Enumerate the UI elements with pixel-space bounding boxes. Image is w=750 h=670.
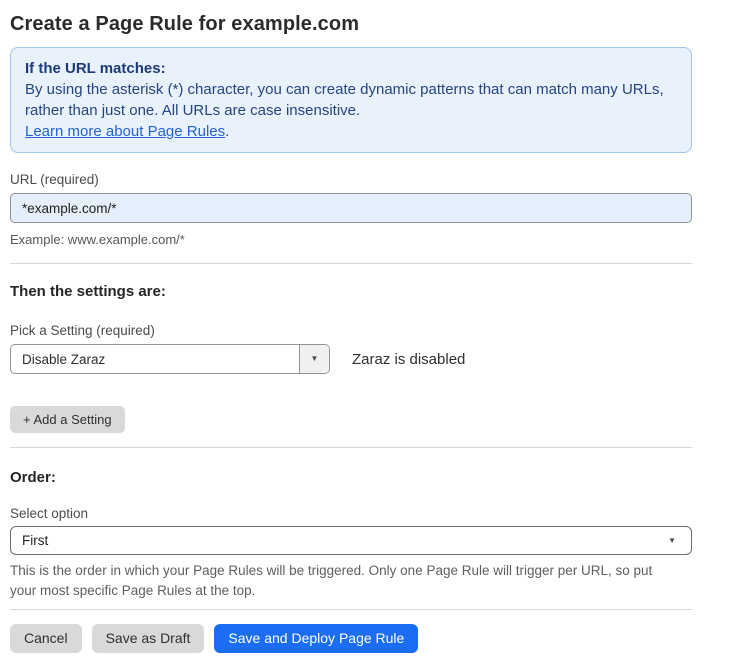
order-select-label: Select option [10,505,692,522]
info-box-link-row: Learn more about Page Rules. [25,121,677,142]
page-rule-form: Create a Page Rule for example.com If th… [10,0,692,653]
chevron-down-icon: ▼ [311,355,319,363]
url-input[interactable] [10,193,692,223]
setting-row: Disable Zaraz ▼ Zaraz is disabled [10,344,692,374]
url-example-helper: Example: www.example.com/* [10,231,692,248]
learn-more-link[interactable]: Learn more about Page Rules [25,123,225,140]
add-setting-button[interactable]: + Add a Setting [10,406,125,433]
divider [10,447,692,448]
cancel-button[interactable]: Cancel [10,624,82,653]
order-select-value: First [22,533,48,548]
setting-status-text: Zaraz is disabled [352,351,465,368]
page-title: Create a Page Rule for example.com [10,12,692,36]
settings-section-heading: Then the settings are: [10,283,692,301]
setting-dropdown[interactable]: Disable Zaraz ▼ [10,344,330,374]
divider [10,263,692,264]
save-and-deploy-button[interactable]: Save and Deploy Page Rule [214,624,418,653]
order-helper-text: This is the order in which your Page Rul… [10,561,680,601]
order-select[interactable]: First ▼ [10,526,692,555]
divider [10,609,692,610]
url-field-label: URL (required) [10,171,692,188]
setting-dropdown-button[interactable]: ▼ [299,345,329,373]
link-suffix: . [225,123,229,140]
info-box-body: By using the asterisk (*) character, you… [25,79,677,121]
info-box-heading: If the URL matches: [25,58,677,79]
chevron-down-icon: ▼ [668,537,680,545]
save-as-draft-button[interactable]: Save as Draft [92,624,205,653]
order-section-heading: Order: [10,469,692,487]
setting-dropdown-value: Disable Zaraz [11,345,299,373]
url-match-info-box: If the URL matches: By using the asteris… [10,47,692,153]
form-actions: Cancel Save as Draft Save and Deploy Pag… [10,624,692,653]
setting-picker-label: Pick a Setting (required) [10,322,692,339]
